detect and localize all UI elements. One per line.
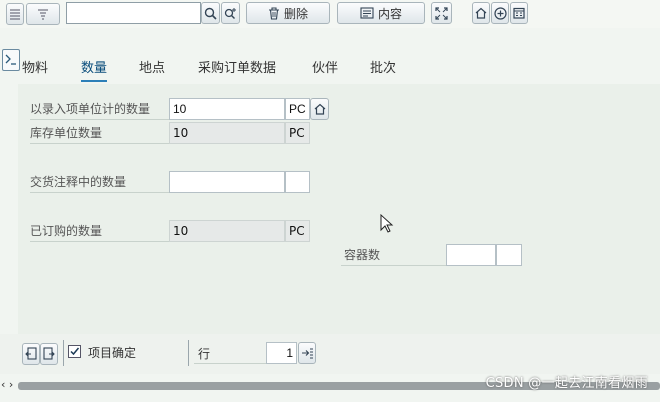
row-input[interactable] <box>266 342 297 364</box>
content-label: 内容 <box>377 6 402 21</box>
delivery-note-qty-label: 交货注释中的数量 <box>30 175 127 189</box>
divider <box>30 241 169 242</box>
delete-button[interactable]: 删除 <box>246 2 330 24</box>
mouse-cursor-icon <box>380 214 394 233</box>
ordered-qty-label: 已订购的数量 <box>30 224 103 238</box>
tab-location[interactable]: 地点 <box>139 57 165 76</box>
container-unit-field[interactable] <box>496 244 522 266</box>
divider <box>30 119 169 120</box>
filter-button[interactable] <box>26 3 60 25</box>
tab-quantity[interactable]: 数量 <box>81 57 108 82</box>
go-to-row-icon <box>302 348 313 359</box>
calendar-button[interactable] <box>510 2 528 24</box>
search-next-button[interactable] <box>221 2 240 24</box>
search-button[interactable] <box>201 2 220 24</box>
entry-qty-label: 以录入项单位计的数量 <box>30 102 151 116</box>
item-ok-checkbox[interactable] <box>68 345 81 358</box>
tab-material[interactable]: 物料 <box>22 57 48 76</box>
previous-item-button[interactable] <box>22 343 40 365</box>
unit-help-button[interactable] <box>310 98 329 120</box>
tab-po-data[interactable]: 采购订单数据 <box>198 57 276 76</box>
content-button[interactable]: 内容 <box>337 2 425 24</box>
add-button[interactable] <box>491 2 509 24</box>
align-lines-icon <box>10 9 20 20</box>
toolbar: 删除 内容 <box>0 0 660 28</box>
tab-batch[interactable]: 批次 <box>370 57 396 76</box>
scroll-arrows[interactable]: ‹ › <box>1 378 13 391</box>
item-ok-label: 项目确定 <box>88 346 137 360</box>
filter-icon <box>38 9 48 20</box>
go-to-row-button[interactable] <box>298 342 316 364</box>
watermark: CSDN @一起去江南看烟雨 <box>485 376 648 391</box>
divider <box>194 363 266 364</box>
expand-icon <box>435 6 448 20</box>
previous-page-icon <box>25 347 37 360</box>
fullscreen-button[interactable] <box>431 2 452 24</box>
search-input[interactable] <box>66 2 201 24</box>
tab-bar: 物料 数量 地点 采购订单数据 伙伴 批次 <box>0 46 660 82</box>
ordered-unit-field: PC <box>285 220 310 242</box>
next-item-button[interactable] <box>40 343 58 365</box>
divider <box>30 143 169 144</box>
entry-qty-field[interactable] <box>169 98 285 120</box>
container-count-label: 容器数 <box>344 248 381 262</box>
quantity-panel <box>18 84 660 334</box>
stock-qty-label: 库存单位数量 <box>30 126 103 140</box>
checkmark-icon <box>70 347 80 356</box>
tab-partner[interactable]: 伙伴 <box>312 57 338 76</box>
row-label: 行 <box>198 347 211 361</box>
stock-qty-field: 10 <box>169 122 285 144</box>
container-count-field[interactable] <box>446 244 496 266</box>
search-icon <box>204 7 217 20</box>
home-icon <box>314 103 325 115</box>
next-page-icon <box>43 347 55 360</box>
divider <box>341 265 446 266</box>
calendar-icon <box>513 7 525 19</box>
trash-icon <box>268 6 279 20</box>
delete-label: 删除 <box>283 6 308 21</box>
delivery-note-qty-field[interactable] <box>169 171 285 193</box>
entry-unit-field[interactable] <box>285 98 310 120</box>
stock-unit-field: PC <box>285 122 310 144</box>
delivery-note-unit-field[interactable] <box>285 171 310 193</box>
divider <box>30 192 169 193</box>
plus-circle-icon <box>493 6 507 20</box>
ordered-qty-field: 10 <box>169 220 285 242</box>
item-footer: 项目确定 行 <box>0 334 660 374</box>
align-left-button[interactable] <box>6 3 24 25</box>
document-icon <box>360 7 374 19</box>
home-button[interactable] <box>472 2 490 24</box>
home-icon <box>475 7 487 19</box>
search-plus-icon <box>224 7 236 19</box>
